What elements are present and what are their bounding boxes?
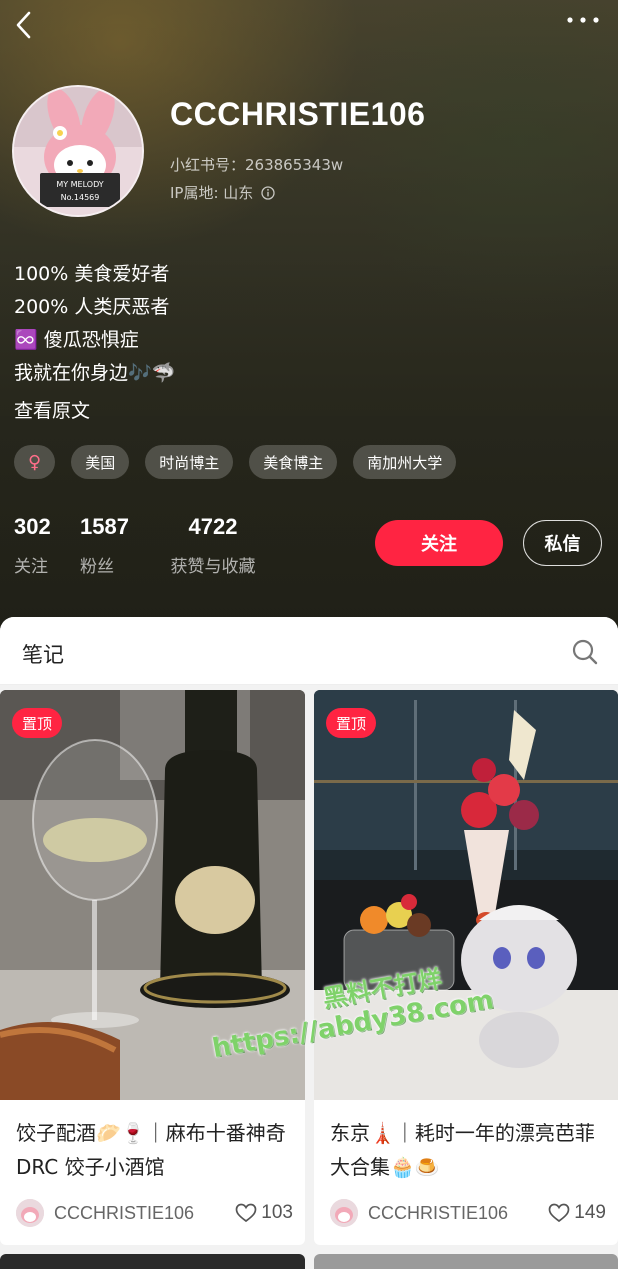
search-icon[interactable] <box>572 639 598 665</box>
like-button[interactable]: 149 <box>548 1202 606 1224</box>
tag-school[interactable]: 南加州大学 <box>353 445 457 479</box>
ip-location: IP属地: 山东 <box>170 182 275 203</box>
bio-line: 200% 人类厌恶者 <box>14 296 170 318</box>
author-name[interactable]: CCCHRISTIE106 <box>54 1203 235 1224</box>
likes-collects-label: 获赞与收藏 <box>170 557 256 577</box>
author-avatar[interactable] <box>16 1199 44 1227</box>
note-card[interactable]: 置顶 饺子配酒🥟🍷｜麻布十番神奇 DRC 饺子小酒馆 CCCHRISTIE106… <box>0 690 305 1245</box>
message-button[interactable]: 私信 <box>523 520 602 566</box>
username: CCCHRISTIE106 <box>170 96 426 132</box>
note-title[interactable]: 东京🗼｜耗时一年的漂亮芭菲大合集🧁🍮 <box>330 1116 606 1184</box>
profile-page: MY MELODY No.14569 CCCHRISTIE106 小红书号：26… <box>0 0 618 1269</box>
more-icon[interactable] <box>566 14 600 26</box>
tag-food-blogger[interactable]: 美食博主 <box>249 445 338 479</box>
view-original-link[interactable]: 查看原文 <box>14 396 90 423</box>
pinned-badge: 置顶 <box>326 708 377 738</box>
next-note-card-peek[interactable] <box>314 1254 618 1269</box>
following-count: 302 <box>14 514 51 539</box>
my-melody-avatar-image: MY MELODY No.14569 <box>14 87 142 215</box>
bio-line: 我就在你身边🎶🦈 <box>14 362 176 384</box>
bio-line: ♾️ 傻瓜恐惧症 <box>14 329 139 351</box>
likes-collects-stat[interactable]: 4722 获赞与收藏 <box>158 514 268 577</box>
followers-stat[interactable]: 1587 粉丝 <box>80 514 134 577</box>
female-icon: ♀ <box>28 451 42 473</box>
profile-header-content: MY MELODY No.14569 CCCHRISTIE106 小红书号：26… <box>0 0 618 640</box>
pinned-badge: 置顶 <box>12 708 63 738</box>
like-button[interactable]: 103 <box>235 1202 293 1224</box>
followers-count: 1587 <box>80 514 129 539</box>
note-title[interactable]: 饺子配酒🥟🍷｜麻布十番神奇 DRC 饺子小酒馆 <box>16 1116 293 1184</box>
info-icon[interactable] <box>261 185 275 200</box>
heart-icon <box>548 1203 570 1223</box>
svg-text:MY MELODY: MY MELODY <box>56 180 103 189</box>
avatar[interactable]: MY MELODY No.14569 <box>12 85 144 217</box>
like-count: 149 <box>574 1202 606 1223</box>
heart-icon <box>235 1203 257 1223</box>
bio: 100% 美食爱好者 200% 人类厌恶者 ♾️ 傻瓜恐惧症 我就在你身边🎶🦈 <box>14 258 175 390</box>
note-footer: CCCHRISTIE106 149 <box>330 1198 606 1228</box>
tag-location[interactable]: 美国 <box>71 445 130 479</box>
gender-tag: ♀ <box>14 445 56 479</box>
tab-notes[interactable]: 笔记 <box>22 639 64 669</box>
next-note-card-peek[interactable] <box>0 1254 305 1269</box>
back-icon[interactable] <box>12 10 36 40</box>
followers-label: 粉丝 <box>80 557 114 577</box>
author-name[interactable]: CCCHRISTIE106 <box>368 1203 548 1224</box>
follow-button[interactable]: 关注 <box>375 520 503 566</box>
like-count: 103 <box>261 1202 293 1223</box>
note-footer: CCCHRISTIE106 103 <box>16 1198 293 1228</box>
tag-fashion-blogger[interactable]: 时尚博主 <box>145 445 234 479</box>
profile-tags: ♀ 美国 时尚博主 美食博主 南加州大学 <box>14 445 457 479</box>
likes-collects-count: 4722 <box>188 514 238 539</box>
author-avatar[interactable] <box>330 1199 358 1227</box>
following-label: 关注 <box>14 557 48 577</box>
svg-text:No.14569: No.14569 <box>61 193 100 202</box>
bio-line: 100% 美食爱好者 <box>14 263 170 285</box>
profile-stats: 302 关注 1587 粉丝 4722 获赞与收藏 <box>14 514 292 577</box>
red-id: 小红书号：263865343w <box>170 156 344 174</box>
following-stat[interactable]: 302 关注 <box>14 514 56 577</box>
ip-location-text: IP属地: 山东 <box>170 184 254 202</box>
